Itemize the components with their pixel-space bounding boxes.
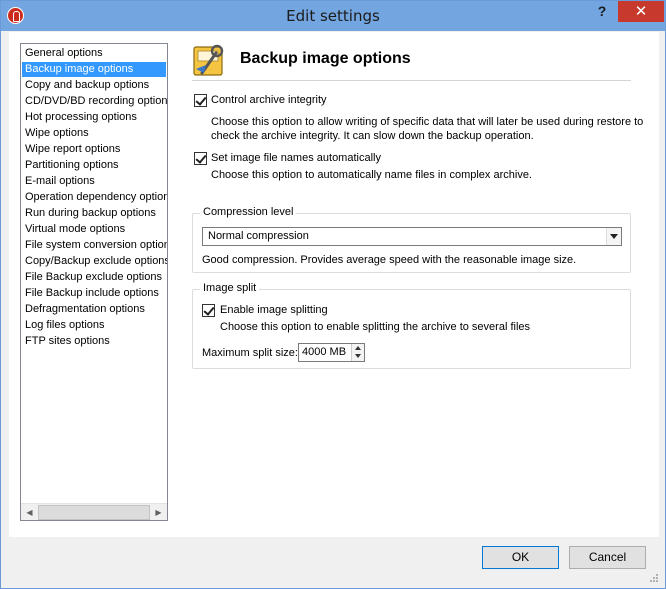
image-split-legend: Image split <box>200 282 260 294</box>
maximum-split-size-value[interactable]: 4000 MB <box>302 346 346 358</box>
list-item-email-options[interactable]: E-mail options <box>22 174 95 189</box>
list-item-wipe-options[interactable]: Wipe options <box>22 126 89 141</box>
set-image-file-names-label[interactable]: Set image file names automatically <box>211 152 381 164</box>
list-item-file-system-conversion-options[interactable]: File system conversion options <box>22 238 167 253</box>
help-button[interactable]: ? <box>591 1 613 22</box>
maximum-split-size-stepper[interactable]: 4000 MB <box>298 343 365 362</box>
backup-image-settings-icon <box>193 44 224 76</box>
list-item-run-during-backup-options[interactable]: Run during backup options <box>22 206 156 221</box>
settings-panel: General options Backup image options Cop… <box>9 32 659 537</box>
list-item-virtual-mode-options[interactable]: Virtual mode options <box>22 222 125 237</box>
close-button[interactable]: ✕ <box>618 1 664 22</box>
spin-down-icon[interactable] <box>352 352 364 360</box>
list-item-log-files-options[interactable]: Log files options <box>22 318 105 333</box>
dialog-client: General options Backup image options Cop… <box>9 32 659 583</box>
page-title: Backup image options <box>240 50 411 67</box>
ok-button[interactable]: OK <box>482 546 559 569</box>
header-divider <box>192 80 631 81</box>
list-item-copy-and-backup-options[interactable]: Copy and backup options <box>22 78 149 93</box>
resize-grip-icon[interactable] <box>649 573 659 583</box>
compression-level-description: Good compression. Provides average speed… <box>202 254 577 266</box>
cancel-button[interactable]: Cancel <box>569 546 646 569</box>
image-split-group: Image split Enable image splitting Choos… <box>192 282 631 369</box>
compression-level-group: Compression level Normal compression Goo… <box>192 206 631 273</box>
compression-level-value: Normal compression <box>208 230 309 242</box>
compression-level-legend: Compression level <box>200 206 297 218</box>
list-item-backup-image-options[interactable]: Backup image options <box>22 62 166 77</box>
chevron-down-icon[interactable] <box>606 228 621 245</box>
stepper-buttons[interactable] <box>351 344 364 361</box>
compression-level-select[interactable]: Normal compression <box>202 227 622 246</box>
list-item-partitioning-options[interactable]: Partitioning options <box>22 158 119 173</box>
spin-up-icon[interactable] <box>352 344 364 352</box>
scroll-thumb[interactable] <box>38 505 150 520</box>
horizontal-scrollbar[interactable]: ◀ ▶ <box>21 503 167 520</box>
list-item-general-options[interactable]: General options <box>22 46 103 61</box>
list-item-recording-options[interactable]: CD/DVD/BD recording options <box>22 94 167 109</box>
title-bar: Edit settings ? ✕ <box>1 1 665 31</box>
list-item-wipe-report-options[interactable]: Wipe report options <box>22 142 120 157</box>
control-archive-integrity-label[interactable]: Control archive integrity <box>211 94 327 106</box>
maximum-split-size-label: Maximum split size: <box>202 347 298 359</box>
list-item-operation-dependency-options[interactable]: Operation dependency options <box>22 190 167 205</box>
list-item-copy-backup-exclude-options[interactable]: Copy/Backup exclude options <box>22 254 167 269</box>
control-archive-integrity-description-line2: check the archive integrity. It can slow… <box>211 130 534 142</box>
control-archive-integrity-checkbox[interactable] <box>194 94 207 107</box>
scroll-right-icon[interactable]: ▶ <box>150 504 167 520</box>
list-item-hot-processing-options[interactable]: Hot processing options <box>22 110 137 125</box>
window-title: Edit settings <box>286 7 380 25</box>
set-image-file-names-checkbox[interactable] <box>194 152 207 165</box>
list-item-file-backup-include-options[interactable]: File Backup include options <box>22 286 159 301</box>
list-item-file-backup-exclude-options[interactable]: File Backup exclude options <box>22 270 162 285</box>
settings-category-list[interactable]: General options Backup image options Cop… <box>20 43 168 521</box>
edit-settings-window: Edit settings ? ✕ General options Backup… <box>0 0 666 589</box>
enable-image-splitting-description: Choose this option to enable splitting t… <box>220 321 531 333</box>
enable-image-splitting-checkbox[interactable] <box>202 304 215 317</box>
enable-image-splitting-label[interactable]: Enable image splitting <box>220 304 328 316</box>
set-image-file-names-description: Choose this option to automatically name… <box>211 169 532 181</box>
scroll-left-icon[interactable]: ◀ <box>21 504 38 520</box>
list-item-defragmentation-options[interactable]: Defragmentation options <box>22 302 145 317</box>
list-item-ftp-sites-options[interactable]: FTP sites options <box>22 334 110 349</box>
